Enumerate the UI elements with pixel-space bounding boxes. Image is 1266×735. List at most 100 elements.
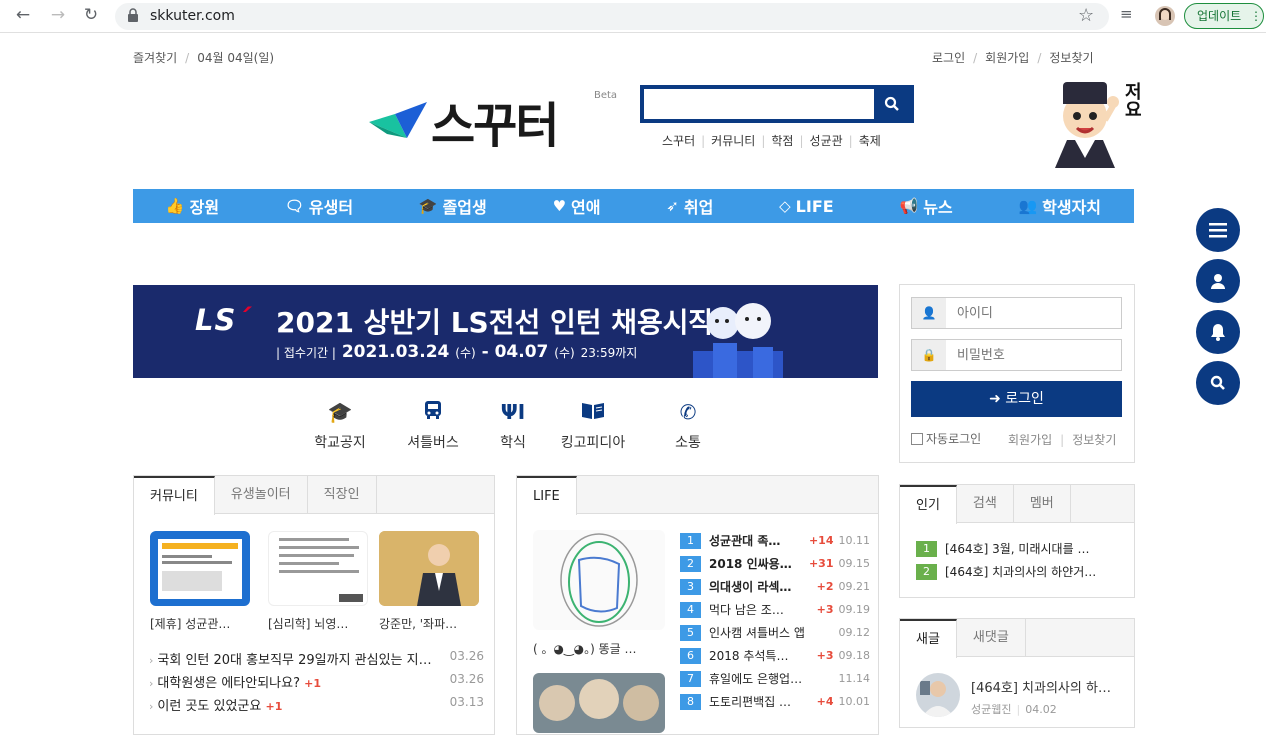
tab-member[interactable]: 멤버 <box>1014 485 1071 523</box>
popular-row[interactable]: 2 [464호] 치과의사의 하얀거… <box>916 563 1126 580</box>
nav-label: 취업 <box>683 198 714 217</box>
search-input[interactable] <box>644 89 874 119</box>
thumbnail-caption[interactable]: [제휴] 성균관… <box>150 615 260 632</box>
period-dash: - <box>475 342 495 362</box>
back-arrow-icon[interactable]: ← <box>12 5 34 25</box>
life-thumbnail-caption[interactable]: ( 。◕‿◕。) 똥글 … <box>533 640 665 657</box>
bell-icon <box>1211 324 1225 341</box>
logo-text: 스꾸터 <box>431 98 559 154</box>
id-input[interactable] <box>946 298 1121 328</box>
quick-icon-cafeteria[interactable]: ΨΙ 학식 <box>478 400 548 452</box>
nav-label: 유생터 <box>308 198 354 217</box>
join-link[interactable]: 회원가입 <box>1008 433 1052 447</box>
tab-search[interactable]: 검색 <box>957 485 1014 523</box>
thumbnail-caption[interactable]: [심리학] 뇌영… <box>268 615 378 632</box>
rank-badge: 2 <box>916 563 937 580</box>
reading-list-icon[interactable]: ≡ <box>1120 5 1133 23</box>
nav-item-dating[interactable]: ♥ 연애 <box>553 194 601 218</box>
quick-link[interactable]: 커뮤니티 <box>711 134 755 148</box>
list-item[interactable]: 대학원생은 에타안되나요? +1 03.26 <box>149 672 484 691</box>
post-date: 04.02 <box>1025 703 1057 716</box>
tab-popular[interactable]: 인기 <box>900 485 957 524</box>
popular-row[interactable]: 1 [464호] 3월, 미래시대를 … <box>916 540 1126 557</box>
update-button[interactable]: 업데이트 ⋮ <box>1184 3 1264 29</box>
search-button[interactable] <box>874 89 910 119</box>
auto-login-checkbox[interactable] <box>911 432 923 445</box>
life-thumbnail-image[interactable] <box>533 530 665 630</box>
nav-item-jobs[interactable]: ➶ 취업 <box>666 194 713 218</box>
life-tabs: LIFE <box>517 476 878 515</box>
bookmark-star-icon[interactable]: ☆ <box>1078 5 1094 26</box>
nav-item-yusaengteo[interactable]: 🗨 유생터 <box>285 194 353 218</box>
quick-icon-notice[interactable]: 🎓 학교공지 <box>305 400 375 452</box>
login-link[interactable]: 로그인 <box>932 51 965 65</box>
search-fab[interactable] <box>1196 361 1240 405</box>
forward-arrow-icon[interactable]: → <box>47 5 69 25</box>
nav-item-jangwon[interactable]: 👍 장원 <box>166 194 219 218</box>
life-row[interactable]: 7 휴일에도 은행업… 11.14 <box>680 667 870 690</box>
nav-item-life[interactable]: ◇ LIFE <box>779 197 834 216</box>
nav-item-graduates[interactable]: 🎓 졸업생 <box>419 194 487 218</box>
life-row[interactable]: 1 성균관대 족… +14 10.11 <box>680 529 870 552</box>
avatar <box>916 673 960 717</box>
thumbnail-image[interactable] <box>150 531 250 606</box>
password-input[interactable] <box>946 340 1121 370</box>
address-bar[interactable]: skkuter.com ☆ <box>115 3 1109 30</box>
quick-icon-label: 학식 <box>500 435 526 451</box>
quick-icon-kingopedia[interactable]: 킹고피디아 <box>558 400 628 452</box>
join-link[interactable]: 회원가입 <box>985 51 1029 65</box>
ad-banner[interactable]: LS´ 2021 상반기 LS전선 인턴 채용시작 | 접수기간 | 2021.… <box>133 285 878 378</box>
quick-link[interactable]: 학점 <box>771 134 793 148</box>
quick-link[interactable]: 스꾸터 <box>662 134 695 148</box>
quick-icon-shuttle[interactable]: 셔틀버스 <box>398 400 468 452</box>
life-row[interactable]: 5 인사캠 셔틀버스 앱 09.12 <box>680 621 870 644</box>
life-title: 도토리편백집 … <box>709 695 792 709</box>
nav-label: 졸업생 <box>442 198 487 217</box>
post-title: 이런 곳도 있었군요 <box>157 699 262 714</box>
user-fab[interactable] <box>1196 259 1240 303</box>
life-row[interactable]: 8 도토리편백집 … +4 10.01 <box>680 690 870 713</box>
graduation-cap-icon: 🎓 <box>327 400 353 424</box>
favorites-link[interactable]: 즐겨찾기 <box>133 51 177 65</box>
menu-fab[interactable] <box>1196 208 1240 252</box>
life-row[interactable]: 3 의대생이 라섹… +2 09.21 <box>680 575 870 598</box>
find-info-link[interactable]: 정보찾기 <box>1072 433 1116 447</box>
quick-icon-communication[interactable]: ✆ 소통 <box>653 400 723 452</box>
life-row[interactable]: 2 2018 인싸용… +31 09.15 <box>680 552 870 575</box>
url-text: skkuter.com <box>150 8 235 24</box>
tab-new-comments[interactable]: 새댓글 <box>957 619 1026 657</box>
life-thumbnail-image[interactable] <box>533 673 665 733</box>
ls-logo-swoosh: ´ <box>236 303 252 337</box>
nav-item-student-council[interactable]: 👥 학생자치 <box>1018 194 1101 218</box>
life-panel: LIFE ( 。◕‿◕。) 똥글 … 1 성균관대 족… +14 10.11 2 201… <box>516 475 879 735</box>
nav-item-news[interactable]: 📢 뉴스 <box>900 194 953 218</box>
tab-life[interactable]: LIFE <box>517 476 577 515</box>
life-row[interactable]: 4 먹다 남은 조… +3 09.19 <box>680 598 870 621</box>
tab-playground[interactable]: 유생놀이터 <box>215 476 308 514</box>
comment-count: +4 <box>816 695 834 708</box>
post-title: 국회 인턴 20대 홍보직무 29일까지 관심있는 지… <box>157 653 432 668</box>
thumbnail-image[interactable] <box>379 531 479 606</box>
profile-avatar[interactable] <box>1155 6 1175 26</box>
util-right: 로그인 / 회원가입 / 정보찾기 <box>932 51 1094 65</box>
life-row[interactable]: 6 2018 추석특… +3 09.18 <box>680 644 870 667</box>
tab-community[interactable]: 커뮤니티 <box>134 476 215 515</box>
thumbnail-caption[interactable]: 강준만, '좌파… <box>379 615 489 632</box>
lock-icon <box>128 8 138 22</box>
nav-label: LIFE <box>795 196 834 216</box>
site-logo[interactable]: 스꾸터 Beta <box>367 86 627 154</box>
new-posts-panel: 새글 새댓글 [464호] 치과의사의 하… 성균웹진 | 04.02 <box>899 618 1135 728</box>
new-post-title[interactable]: [464호] 치과의사의 하… <box>971 677 1111 696</box>
reload-icon[interactable]: ↻ <box>80 5 102 25</box>
tab-new-posts[interactable]: 새글 <box>900 619 957 658</box>
quick-link[interactable]: 축제 <box>859 134 881 148</box>
list-item[interactable]: 국회 인턴 20대 홍보직무 29일까지 관심있는 지… 03.26 <box>149 649 484 668</box>
quick-link[interactable]: 성균관 <box>810 134 843 148</box>
list-item[interactable]: 이런 곳도 있었군요 +1 03.13 <box>149 695 484 714</box>
tab-workers[interactable]: 직장인 <box>308 476 377 514</box>
auto-login[interactable]: 자동로그인 <box>911 430 981 447</box>
find-info-link[interactable]: 정보찾기 <box>1049 51 1093 65</box>
login-button[interactable]: ➜ 로그인 <box>911 381 1122 417</box>
notification-fab[interactable] <box>1196 310 1240 354</box>
thumbnail-image[interactable] <box>268 531 368 606</box>
